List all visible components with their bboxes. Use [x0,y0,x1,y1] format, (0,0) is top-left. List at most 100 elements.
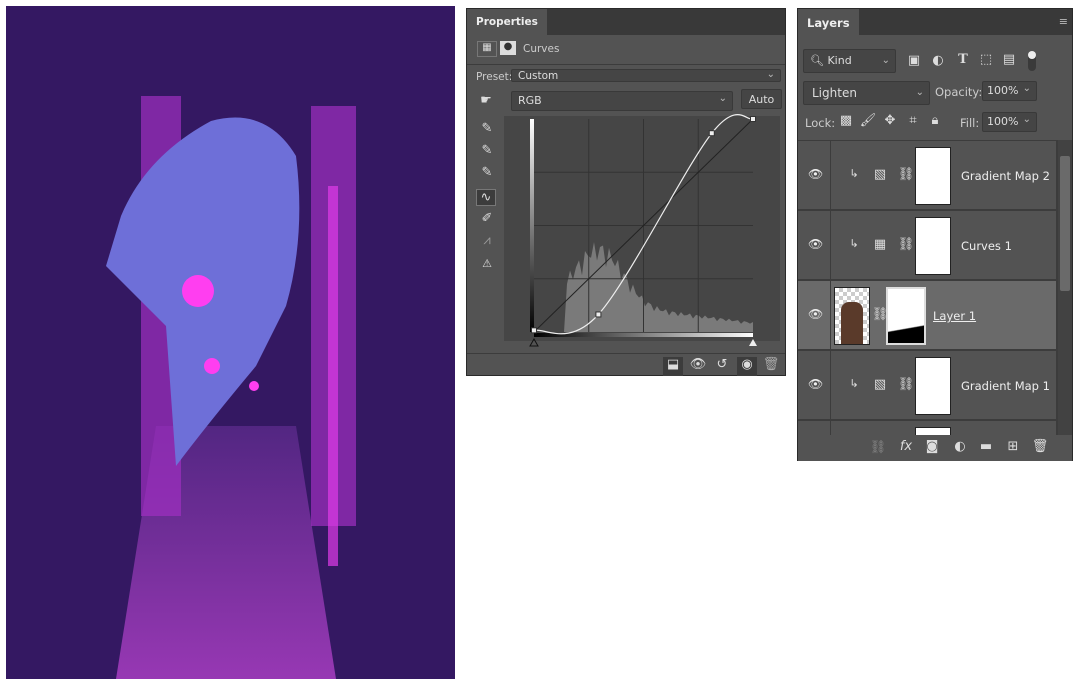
tab-properties[interactable]: Properties [467,9,547,35]
output-gradient-bar [530,119,534,332]
layer-name[interactable]: Layer 1 [933,309,976,323]
filter-kind-value: Kind [827,54,852,67]
opacity-value: 100% [987,84,1019,97]
adjustment-layer-icon[interactable]: ◐ [950,439,970,454]
curve-point-tool-icon[interactable]: ∿ [476,189,496,206]
lock-artboard-icon[interactable]: ⌗ [903,113,923,128]
properties-panel: Properties ▦ ● Curves Preset: Custom ⌄ ☛ … [466,8,786,376]
pencil-icon[interactable]: ✐ [477,211,497,226]
link-icon[interactable]: ⛓ [896,377,916,392]
fill-field[interactable]: 100% ⌄ [982,112,1037,132]
preset-dropdown[interactable]: Custom ⌄ [511,69,781,82]
link-icon[interactable]: ⛓ [896,167,916,182]
curves-graph[interactable] [502,114,782,354]
layer-thumbnail[interactable] [834,287,870,345]
layer-name[interactable]: Curves 1 [961,239,1012,253]
smart-object-filter-icon[interactable]: ▤ [999,52,1019,67]
chevron-down-icon: ⌄ [766,69,775,80]
preset-value: Custom [518,70,559,82]
fill-value: 100% [987,115,1019,128]
visibility-eye-icon[interactable]: 👁 [808,307,823,321]
search-icon: 🔍︎ [810,54,824,67]
lock-all-icon[interactable]: 🔒︎ [925,113,945,128]
link-icon[interactable]: ⛓ [896,237,916,252]
document-canvas[interactable] [6,6,455,679]
blend-mode-dropdown[interactable]: Lighten ⌄ [803,81,930,105]
fx-icon[interactable]: fx [896,439,916,454]
black-point-eyedropper-icon[interactable]: ✎ [477,121,497,136]
layer-row-partial[interactable] [798,421,1056,435]
chevron-down-icon: ⌄ [1022,83,1031,94]
layer-mask-thumbnail[interactable] [915,357,951,415]
white-point-eyedropper-icon[interactable]: ✎ [477,165,497,180]
shape-filter-icon[interactable]: ⬚ [976,52,996,67]
visibility-eye-icon[interactable]: 👁 [808,167,823,181]
visibility-eye-icon[interactable]: 👁 [808,377,823,391]
curve-point[interactable] [708,130,715,137]
lock-image-icon[interactable]: 🖌 [858,113,878,128]
gray-point-eyedropper-icon[interactable]: ✎ [477,143,497,158]
layer-mask-thumbnail [915,427,951,435]
preset-label: Preset: [476,71,513,83]
clipping-warning-icon[interactable]: ⚠ [477,257,497,270]
curve-point[interactable] [531,327,537,334]
curve-point[interactable] [595,311,602,318]
trash-icon[interactable]: 🗑 [1030,439,1050,454]
mask-icon[interactable]: ● [500,41,516,55]
blend-mode-value: Lighten [812,86,857,100]
clip-to-layer-icon[interactable]: ⬓ [663,357,683,376]
layers-panel: Layers ≡ 🔍︎ Kind ⌄ ▣ ◐ T ⬚ ▤ Lighten ⌄ Opa… [797,8,1073,461]
chevron-down-icon: ⌄ [718,93,727,104]
layer-mask-thumbnail[interactable] [886,287,926,345]
channel-value: RGB [518,94,542,107]
channel-dropdown[interactable]: RGB ⌄ [511,91,733,111]
pixel-filter-icon[interactable]: ▣ [904,53,924,68]
view-previous-state-icon[interactable]: 👁 [688,357,708,372]
filter-kind-dropdown[interactable]: 🔍︎ Kind ⌄ [803,49,896,73]
layers-list: 👁 ↳ ▧ ⛓ Gradient Map 2 👁 ↳ ▦ ⛓ Curves 1 … [798,140,1072,435]
lock-position-icon[interactable]: ✥ [880,113,900,128]
layer-row-curves-1[interactable]: 👁 ↳ ▦ ⛓ Curves 1 [798,211,1056,280]
layer-mask-thumbnail[interactable] [915,147,951,205]
panel-menu-icon[interactable]: ≡ [1059,15,1068,28]
curves-adjustment-icon[interactable]: ▦ [477,41,497,57]
chevron-down-icon: ⌄ [1022,114,1031,125]
new-layer-icon[interactable]: ⊞ [1003,439,1023,454]
group-folder-icon[interactable]: ▬ [976,439,996,454]
add-mask-icon[interactable]: ◙ [922,439,942,454]
smooth-icon[interactable]: ⩘ [477,233,497,248]
gradient-map-icon: ▧ [873,167,887,182]
layer-row-gradient-map-1[interactable]: 👁 ↳ ▧ ⛓ Gradient Map 1 [798,351,1056,420]
lock-label: Lock: [805,116,836,130]
clipping-arrow-icon: ↳ [849,377,859,390]
curve-point[interactable] [750,116,756,122]
layer-name[interactable]: Gradient Map 2 [961,169,1050,183]
layer-name[interactable]: Gradient Map 1 [961,379,1050,393]
link-layers-icon[interactable]: ⛓ [868,440,888,455]
lock-transparent-icon[interactable]: ▩ [836,113,856,128]
adjustment-name: Curves [523,43,560,55]
artwork-image [106,96,356,679]
visibility-eye-icon[interactable]: 👁 [808,237,823,251]
clipping-arrow-icon: ↳ [849,167,859,180]
type-filter-icon[interactable]: T [953,52,973,67]
chevron-down-icon: ⌄ [915,87,924,98]
opacity-label: Opacity: [935,85,983,99]
auto-button[interactable]: Auto [741,89,782,109]
gradient-map-icon: ▧ [873,377,887,392]
trash-icon[interactable]: 🗑 [761,357,781,372]
visibility-icon[interactable]: ◉ [737,357,757,376]
targeted-adjustment-icon[interactable]: ☛ [476,93,496,108]
reset-icon[interactable]: ↺ [712,357,732,372]
layer-row-gradient-map-2[interactable]: 👁 ↳ ▧ ⛓ Gradient Map 2 [798,141,1056,210]
chevron-down-icon: ⌄ [881,55,890,66]
opacity-field[interactable]: 100% ⌄ [982,81,1037,101]
layer-row-layer-1[interactable]: 👁 ⛓ Layer 1 [798,281,1056,350]
curves-icon: ▦ [873,237,887,252]
adjustment-filter-icon[interactable]: ◐ [928,53,948,68]
filter-toggle[interactable] [1028,51,1036,71]
scrollbar[interactable] [1058,140,1072,435]
layer-mask-thumbnail[interactable] [915,217,951,275]
clipping-arrow-icon: ↳ [849,237,859,250]
tab-layers[interactable]: Layers [798,9,859,35]
